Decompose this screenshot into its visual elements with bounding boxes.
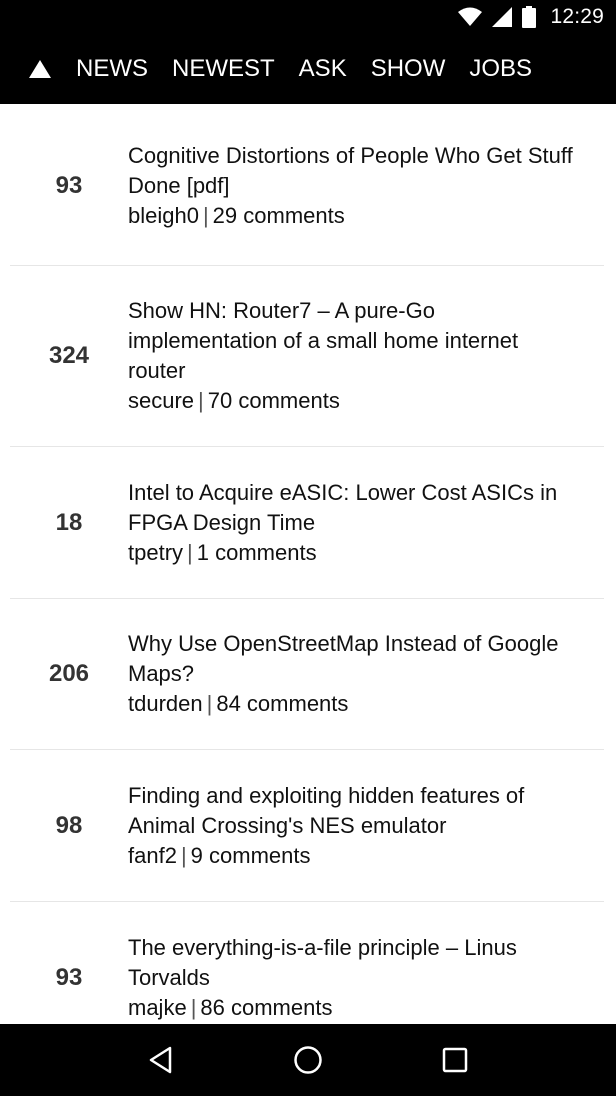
app-header: NEWS NEWEST ASK SHOW JOBS bbox=[0, 34, 616, 104]
story-content: Finding and exploiting hidden features o… bbox=[128, 781, 604, 871]
story-comments[interactable]: 29 comments bbox=[213, 203, 345, 228]
status-bar: 12:29 bbox=[0, 0, 616, 34]
story-author[interactable]: tdurden bbox=[128, 691, 203, 716]
tab-jobs[interactable]: JOBS bbox=[469, 55, 532, 83]
story-comments[interactable]: 86 comments bbox=[200, 995, 332, 1020]
story-title[interactable]: Why Use OpenStreetMap Instead of Google … bbox=[128, 629, 576, 689]
story-content: Show HN: Router7 – A pure-Go implementat… bbox=[128, 296, 604, 416]
story-author[interactable]: tpetry bbox=[128, 540, 183, 565]
story-item[interactable]: 93 Cognitive Distortions of People Who G… bbox=[10, 104, 604, 266]
back-icon[interactable] bbox=[131, 1030, 191, 1090]
story-score: 206 bbox=[48, 660, 90, 687]
tab-ask[interactable]: ASK bbox=[299, 55, 347, 83]
meta-separator: | bbox=[187, 539, 193, 565]
story-comments[interactable]: 9 comments bbox=[191, 843, 311, 868]
story-score: 93 bbox=[55, 963, 83, 991]
story-meta: tpetry | 1 comments bbox=[128, 538, 576, 568]
story-comments[interactable]: 84 comments bbox=[216, 691, 348, 716]
story-content: Intel to Acquire eASIC: Lower Cost ASICs… bbox=[128, 478, 604, 568]
story-comments[interactable]: 1 comments bbox=[197, 540, 317, 565]
story-item[interactable]: 98 Finding and exploiting hidden feature… bbox=[10, 750, 604, 902]
story-title[interactable]: Cognitive Distortions of People Who Get … bbox=[128, 141, 576, 201]
story-score: 324 bbox=[48, 342, 90, 369]
story-score: 93 bbox=[55, 171, 83, 199]
battery-icon bbox=[522, 6, 537, 28]
tab-news[interactable]: NEWS bbox=[76, 55, 148, 83]
story-title[interactable]: Intel to Acquire eASIC: Lower Cost ASICs… bbox=[128, 478, 576, 538]
story-title[interactable]: Finding and exploiting hidden features o… bbox=[128, 781, 576, 841]
story-item[interactable]: 324 Show HN: Router7 – A pure-Go impleme… bbox=[10, 266, 604, 447]
home-icon[interactable] bbox=[278, 1030, 338, 1090]
story-content: The everything-is-a-file principle – Lin… bbox=[128, 933, 604, 1023]
story-item[interactable]: 206 Why Use OpenStreetMap Instead of Goo… bbox=[10, 599, 604, 750]
story-author[interactable]: secure bbox=[128, 388, 194, 413]
recents-icon[interactable] bbox=[425, 1030, 485, 1090]
story-author[interactable]: bleigh0 bbox=[128, 203, 199, 228]
story-meta: fanf2 | 9 comments bbox=[128, 841, 576, 871]
story-author[interactable]: fanf2 bbox=[128, 843, 177, 868]
clock: 12:29 bbox=[550, 5, 604, 28]
tab-show[interactable]: SHOW bbox=[371, 55, 446, 83]
story-score: 18 bbox=[55, 508, 83, 536]
tab-newest[interactable]: NEWEST bbox=[172, 55, 275, 83]
triangle-up-icon[interactable] bbox=[28, 59, 52, 79]
cell-signal-icon bbox=[492, 7, 513, 27]
story-list[interactable]: 93 Cognitive Distortions of People Who G… bbox=[0, 104, 616, 1024]
story-author[interactable]: majke bbox=[128, 995, 187, 1020]
system-nav-bar bbox=[0, 1024, 616, 1096]
story-content: Cognitive Distortions of People Who Get … bbox=[128, 141, 604, 231]
story-title[interactable]: Show HN: Router7 – A pure-Go implementat… bbox=[128, 296, 576, 386]
story-meta: tdurden | 84 comments bbox=[128, 689, 576, 719]
meta-separator: | bbox=[206, 691, 213, 716]
story-meta: secure | 70 comments bbox=[128, 386, 576, 416]
meta-separator: | bbox=[190, 994, 197, 1020]
story-content: Why Use OpenStreetMap Instead of Google … bbox=[128, 629, 604, 719]
meta-separator: | bbox=[198, 388, 204, 413]
story-score: 98 bbox=[55, 811, 83, 839]
app-screen: 12:29 NEWS NEWEST ASK SHOW JOBS 93 Cogni… bbox=[0, 0, 616, 1096]
story-meta: majke | 86 comments bbox=[128, 993, 576, 1023]
story-comments[interactable]: 70 comments bbox=[208, 388, 340, 413]
story-item[interactable]: 93 The everything-is-a-file principle – … bbox=[10, 902, 604, 1024]
story-item[interactable]: 18 Intel to Acquire eASIC: Lower Cost AS… bbox=[10, 447, 604, 599]
story-meta: bleigh0 | 29 comments bbox=[128, 201, 576, 231]
meta-separator: | bbox=[180, 842, 187, 868]
meta-separator: | bbox=[202, 202, 209, 228]
story-title[interactable]: The everything-is-a-file principle – Lin… bbox=[128, 933, 576, 993]
wifi-icon bbox=[458, 7, 483, 27]
